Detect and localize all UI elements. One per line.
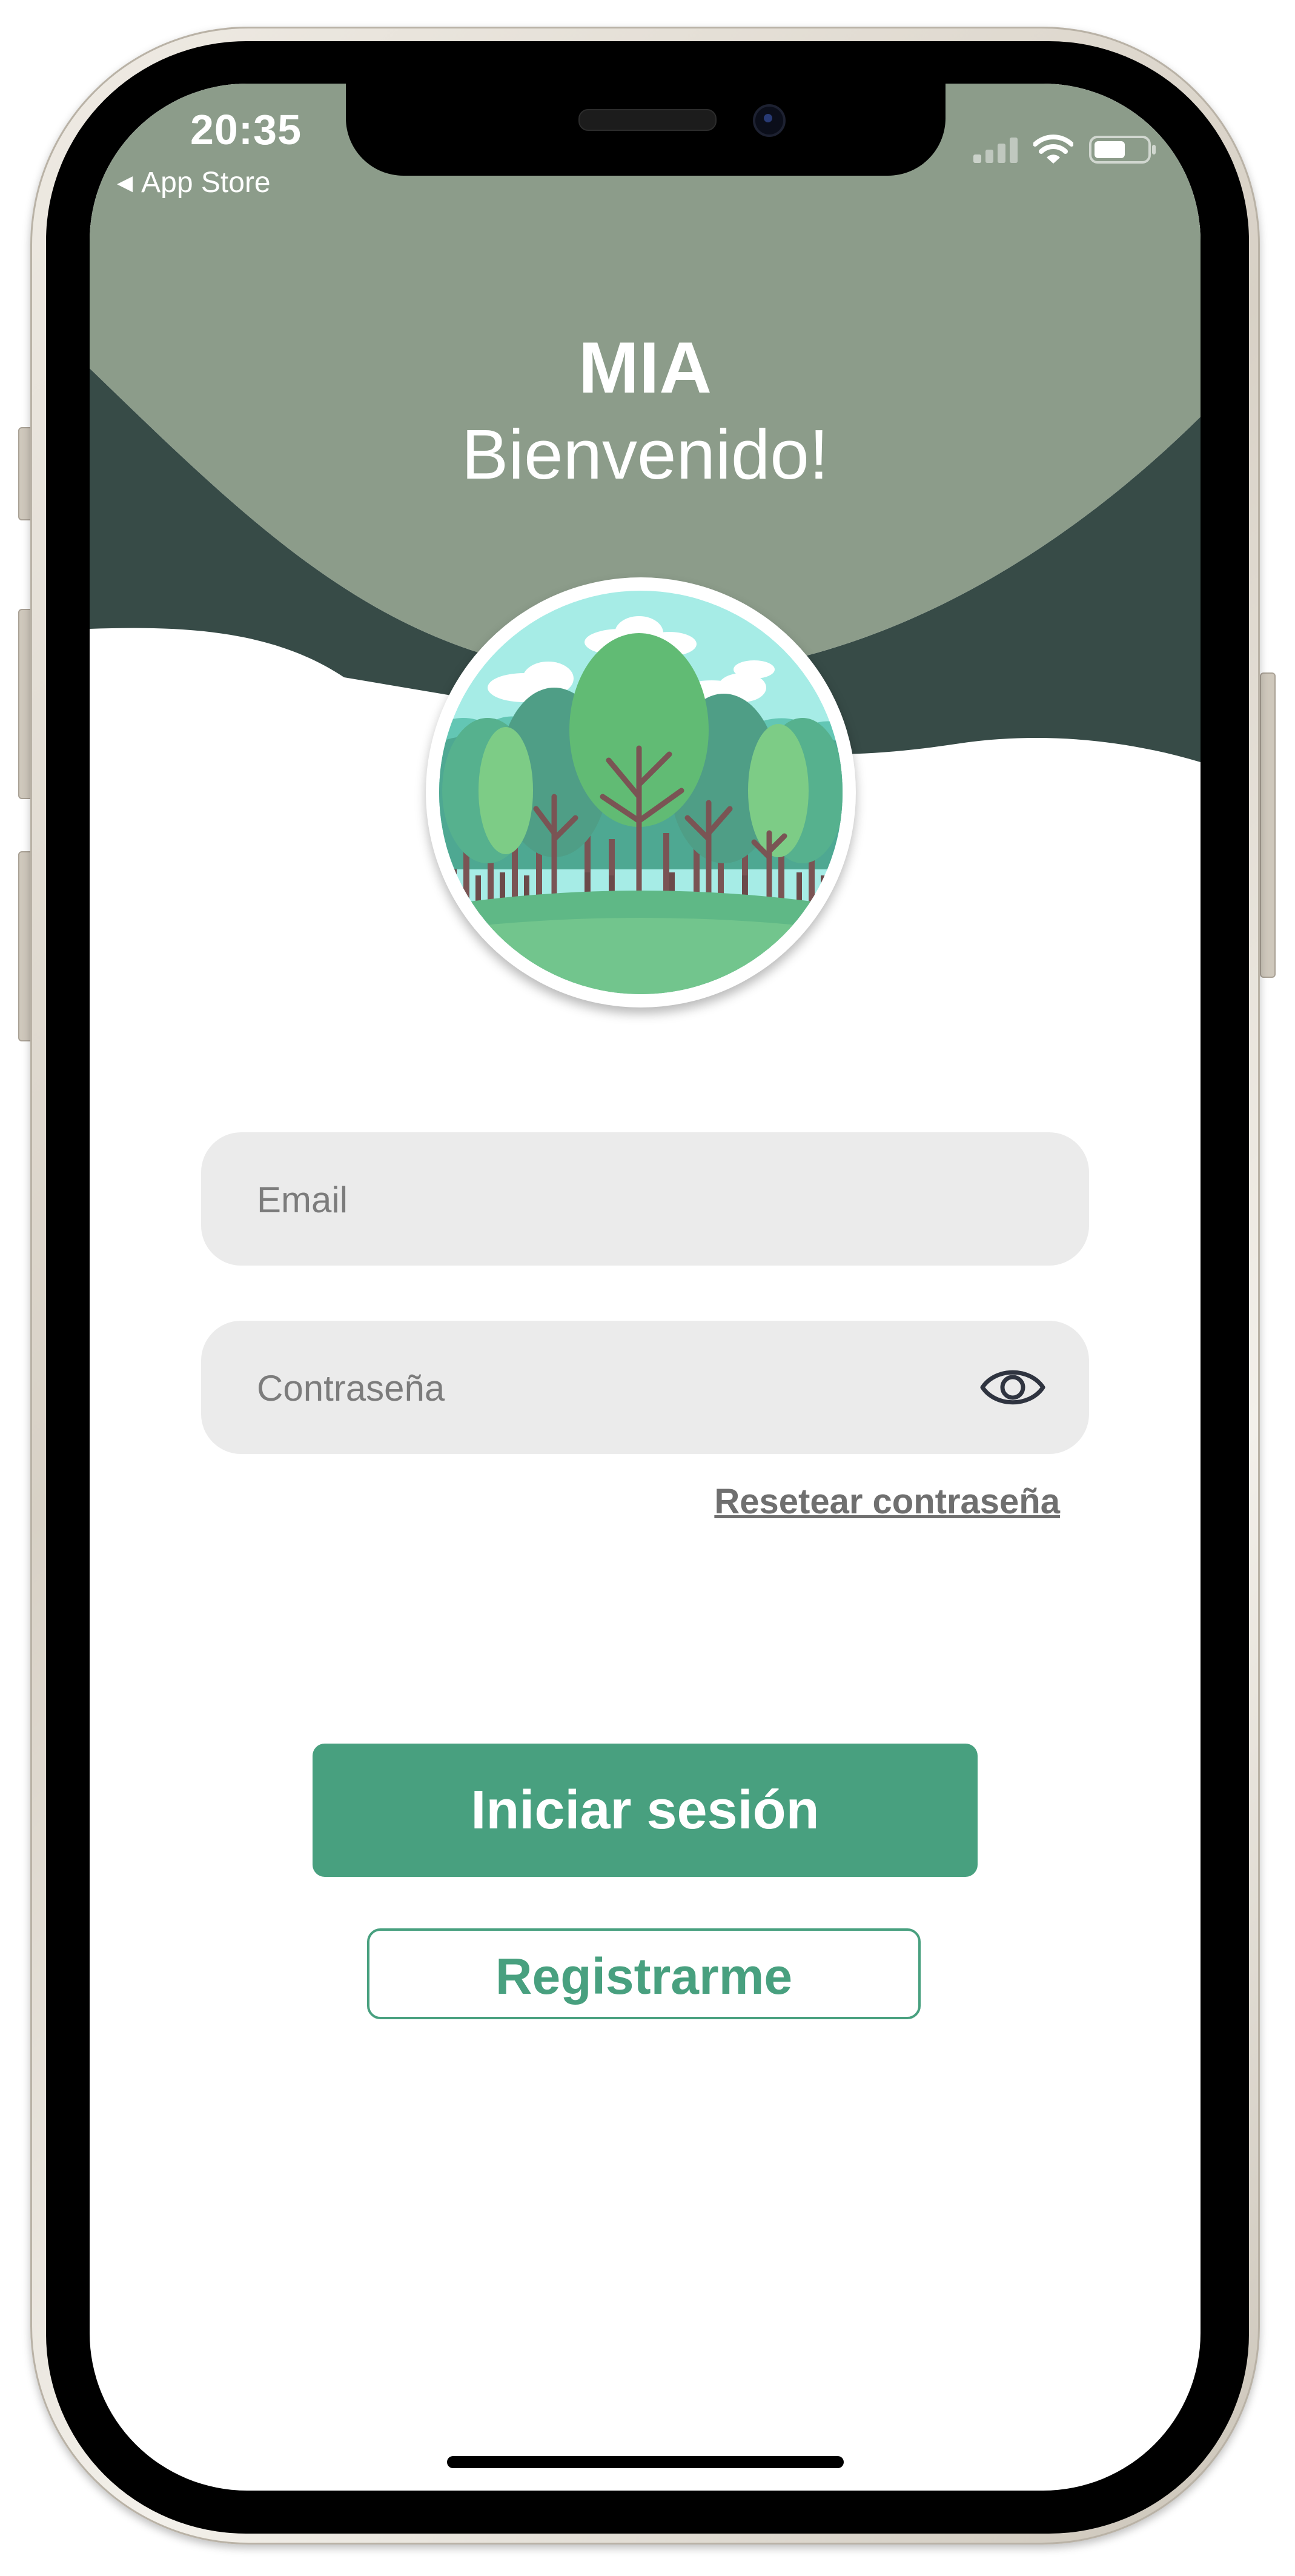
back-app-label: App Store [141,167,271,199]
back-to-app-store-link[interactable]: ◀ App Store [117,166,271,199]
front-camera [753,104,786,137]
back-triangle-icon: ◀ [117,171,133,194]
forest-logo-icon [439,591,843,994]
battery-icon [1089,136,1156,164]
password-input[interactable] [256,1321,985,1455]
app-screen: 20:35 ◀ App Store MIA Bienvenido! Email … [90,84,1201,2491]
earpiece-speaker [578,109,717,131]
power-button [1260,672,1276,978]
password-field[interactable] [201,1321,1089,1455]
status-icons [973,134,1157,165]
notch [346,84,946,176]
eye-icon[interactable] [979,1360,1047,1415]
cellular-signal-icon [973,136,1018,163]
welcome-text: Bienvenido! [461,415,829,494]
login-button[interactable]: Iniciar sesión [313,1744,978,1877]
email-input[interactable] [256,1132,985,1267]
app-title: MIA [578,327,712,408]
home-indicator[interactable] [447,2456,844,2468]
register-button[interactable]: Registrarme [367,1928,921,2019]
wifi-icon [1033,134,1073,164]
reset-password-link[interactable]: Resetear contraseña [714,1481,1060,1522]
forest-logo [426,577,856,1007]
status-time: 20:35 [190,106,302,153]
email-field[interactable] [201,1132,1089,1267]
